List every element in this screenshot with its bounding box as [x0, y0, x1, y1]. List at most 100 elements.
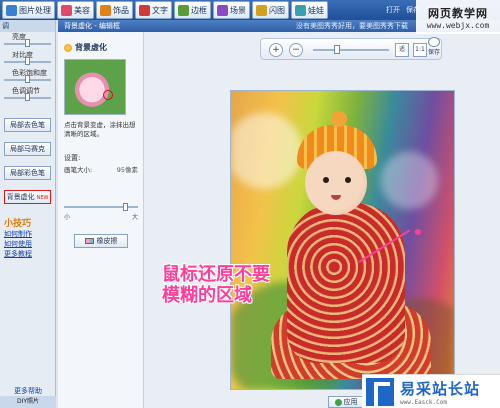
tab-icon: [61, 4, 72, 16]
tab-label: 图片处理: [19, 5, 51, 15]
brush-size-row: 画笔大小: 95像素: [64, 164, 138, 174]
slider-knob[interactable]: [25, 75, 30, 83]
edited-photo[interactable]: [230, 90, 455, 390]
panel-header: 调: [0, 20, 55, 32]
toolbar-action[interactable]: 打开: [386, 5, 400, 15]
brush-circle-icon: [103, 90, 113, 100]
toolbar-tab[interactable]: 边框: [174, 1, 211, 19]
eraser-label: 橡皮擦: [96, 237, 118, 245]
brush-size-label: 画笔大小:: [64, 166, 93, 174]
toolbar-tab[interactable]: 闪图: [252, 1, 289, 19]
toolbar-tabs: 图片处理 美容 饰品 文字 边框 场景 闪图 娃娃: [0, 0, 328, 20]
logo-title: 易采站长站: [400, 379, 481, 398]
adjust-slider[interactable]: 色调调节: [0, 86, 55, 104]
slider-label: 亮度: [12, 33, 26, 41]
brush-max-label: 大: [131, 214, 138, 221]
brush-size-slider[interactable]: [64, 203, 138, 211]
adjust-slider[interactable]: 色彩饱和度: [0, 68, 55, 86]
tab-icon: [100, 4, 111, 16]
save-icon: [428, 37, 440, 47]
tip-link[interactable]: 如何使用: [0, 239, 55, 249]
logo-text: 易采站长站 www.Easck.Com: [400, 378, 480, 406]
settings-label: 设置:: [64, 154, 81, 162]
eraser-icon: [84, 238, 94, 244]
side-title-text: 背景虚化: [75, 43, 107, 52]
zoom-slider[interactable]: [313, 45, 389, 54]
toolbar-tab[interactable]: 美容: [57, 1, 94, 19]
eraser-button[interactable]: 橡皮擦: [74, 234, 128, 248]
logo-url: www.Easck.Com: [400, 398, 447, 406]
watermark-url: www.webjx.com: [426, 20, 490, 30]
adjust-panel: 调 亮度 对比度 色彩饱和度 色调调节 局部去色笔 局部马赛克 局部彩色笔 背景虚化 NEW …: [0, 20, 56, 408]
toolbar-tab[interactable]: 文字: [135, 1, 172, 19]
brush-size-ends: 小 大: [64, 212, 138, 221]
fit-button[interactable]: 适: [395, 43, 409, 57]
apply-button[interactable]: 应用: [328, 396, 364, 408]
annotation-line-2: 模糊的区域: [162, 285, 252, 306]
help-link[interactable]: 更多帮助: [0, 386, 56, 396]
baby-face: [305, 151, 367, 215]
hat-pompom: [331, 111, 347, 127]
tab-label: 边框: [191, 5, 207, 15]
adjust-slider[interactable]: 亮度: [0, 32, 55, 50]
diy-footer: DIY照片: [0, 396, 56, 408]
zoom-knob[interactable]: [334, 45, 340, 54]
tool-button-label: 局部彩色笔: [10, 169, 45, 177]
left-eye: [323, 177, 329, 183]
blur-dialog: 背景虚化 - 编辑框 没有美图秀秀好用，要美图秀秀下载 背景虚化 点击背景变虚，…: [58, 20, 500, 408]
site-logo: 易采站长站 www.Easck.Com: [362, 374, 500, 408]
toolbar-tab[interactable]: 娃娃: [291, 1, 328, 19]
dialog-title: 背景虚化 - 编辑框: [64, 22, 120, 30]
brush-size-value: 95像素: [116, 166, 138, 174]
tip-link[interactable]: 如何制作: [0, 229, 55, 239]
tab-label: 文字: [152, 5, 168, 15]
tool-button[interactable]: 局部彩色笔: [4, 166, 51, 180]
tips-list: 如何制作 如何使用 更多教程: [0, 229, 55, 259]
annotation-line-1: 鼠标还原不要: [162, 264, 270, 285]
canvas-area: + − 适 1:1 保存: [144, 32, 500, 396]
brush-min-label: 小: [64, 214, 71, 221]
save-button[interactable]: 保存: [426, 37, 442, 59]
tab-label: 美容: [74, 5, 90, 15]
slider-knob[interactable]: [25, 57, 30, 65]
save-label: 保存: [427, 49, 440, 56]
apply-label: 应用: [343, 398, 358, 406]
tool-button[interactable]: 局部马赛克: [4, 142, 51, 156]
zoom-out-button[interactable]: −: [289, 43, 303, 57]
adjust-sliders: 亮度对比度 色彩饱和度 色调调节: [0, 32, 55, 104]
toolbar-tab[interactable]: 饰品: [96, 1, 133, 19]
slider-knob[interactable]: [25, 93, 30, 101]
blur-icon: [64, 43, 72, 52]
watermark-title: 网页教学网: [428, 6, 488, 20]
new-badge: NEW: [36, 195, 49, 201]
brush-size-knob[interactable]: [122, 203, 128, 211]
example-thumbnail: [64, 59, 126, 115]
zoom-in-button[interactable]: +: [269, 43, 283, 57]
adjust-slider[interactable]: 对比度: [0, 50, 55, 68]
check-icon: [334, 398, 342, 406]
actual-size-button[interactable]: 1:1: [413, 43, 427, 57]
tool-button-label: 局部去色笔: [10, 121, 45, 129]
baby-body: [287, 203, 405, 363]
toolbar-tab[interactable]: 场景: [213, 1, 250, 19]
tab-icon: [256, 4, 267, 16]
right-eye: [345, 177, 351, 183]
tab-icon: [295, 4, 306, 16]
tab-label: 娃娃: [308, 5, 324, 15]
tab-icon: [139, 4, 150, 16]
tool-button-label: 局部马赛克: [10, 145, 45, 153]
tool-button-label: 背景虚化: [6, 193, 35, 201]
toolbar-tab[interactable]: 图片处理: [2, 1, 55, 19]
side-title: 背景虚化: [64, 42, 143, 53]
tab-label: 饰品: [113, 5, 129, 15]
tab-label: 场景: [230, 5, 246, 15]
tip-link[interactable]: 更多教程: [0, 249, 55, 259]
slider-knob[interactable]: [25, 39, 30, 47]
logo-icon: [366, 377, 394, 406]
tool-button[interactable]: 背景虚化 NEW: [4, 190, 51, 204]
tab-label: 闪图: [269, 5, 285, 15]
tab-icon: [178, 4, 189, 16]
side-description: 点击背景变虚，涂抹出想清晰的区域。: [64, 121, 136, 138]
site-watermark: 网页教学网 www.webjx.com: [416, 0, 500, 34]
tool-button[interactable]: 局部去色笔: [4, 118, 51, 132]
